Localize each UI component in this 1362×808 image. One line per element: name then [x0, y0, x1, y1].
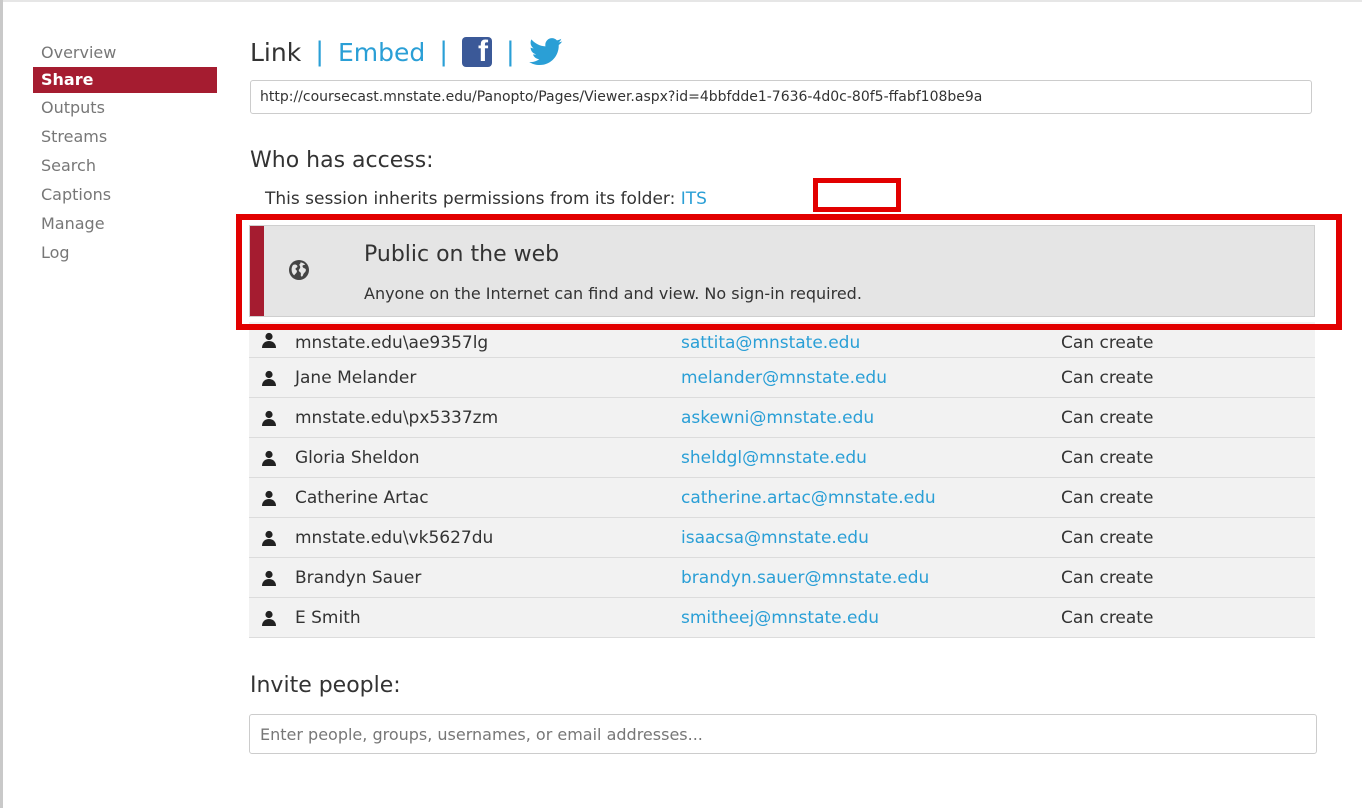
user-email-link[interactable]: isaacsa@mnstate.edu [681, 528, 869, 548]
sidebar-item-search[interactable]: Search [33, 151, 217, 180]
tab-embed[interactable]: Embed [338, 38, 425, 67]
inherit-permissions-text: This session inherits permissions from i… [265, 189, 707, 209]
table-row: mnstate.edu\px5337zm askewni@mnstate.edu… [249, 398, 1315, 438]
invite-people-input[interactable] [249, 714, 1317, 754]
user-role[interactable]: Can create [1061, 528, 1153, 548]
table-row: E Smith smitheej@mnstate.edu Can create [249, 598, 1315, 638]
permissions-table: mnstate.edu\ae9357lg sattita@mnstate.edu… [249, 322, 1315, 638]
globe-icon [289, 260, 309, 280]
window-edge [0, 0, 3, 808]
user-email-link[interactable]: smitheej@mnstate.edu [681, 608, 879, 628]
folder-link[interactable]: ITS [681, 189, 707, 209]
user-name: E Smith [295, 607, 361, 628]
facebook-icon[interactable]: f [462, 37, 493, 67]
table-row: Jane Melander melander@mnstate.edu Can c… [249, 358, 1315, 398]
card-accent-bar [250, 226, 264, 316]
person-icon [262, 332, 276, 348]
user-role[interactable]: Can create [1061, 448, 1153, 468]
tab-link[interactable]: Link [250, 38, 301, 67]
user-role[interactable]: Can create [1061, 408, 1153, 428]
person-icon [262, 450, 276, 466]
sidebar-item-outputs[interactable]: Outputs [33, 93, 217, 122]
public-access-description: Anyone on the Internet can find and view… [364, 284, 862, 303]
table-row: mnstate.edu\vk5627du isaacsa@mnstate.edu… [249, 518, 1315, 558]
public-access-card[interactable]: Public on the web Anyone on the Internet… [249, 225, 1315, 317]
table-row: Gloria Sheldon sheldgl@mnstate.edu Can c… [249, 438, 1315, 478]
table-row: Brandyn Sauer brandyn.sauer@mnstate.edu … [249, 558, 1315, 598]
sidebar-nav: Overview Share Outputs Streams Search Ca… [33, 38, 217, 267]
user-name: mnstate.edu\ae9357lg [295, 333, 489, 353]
user-name: mnstate.edu\px5337zm [295, 407, 499, 428]
sidebar-item-overview[interactable]: Overview [33, 38, 217, 67]
person-icon [262, 370, 276, 386]
share-tabs: Link | Embed | f | [250, 32, 563, 72]
user-role[interactable]: Can create [1061, 368, 1153, 388]
top-border [0, 0, 1362, 2]
user-role[interactable]: Can create [1061, 333, 1153, 353]
annotation-highlight-folder [813, 178, 901, 212]
share-url-field[interactable]: http://coursecast.mnstate.edu/Panopto/Pa… [250, 80, 1312, 114]
sidebar-item-captions[interactable]: Captions [33, 180, 217, 209]
person-icon [262, 570, 276, 586]
inherit-label: This session inherits permissions from i… [265, 189, 681, 209]
user-name: mnstate.edu\vk5627du [295, 527, 494, 548]
sidebar-item-manage[interactable]: Manage [33, 209, 217, 238]
person-icon [262, 490, 276, 506]
table-row: Catherine Artac catherine.artac@mnstate.… [249, 478, 1315, 518]
public-access-title: Public on the web [364, 242, 560, 267]
user-email-link[interactable]: melander@mnstate.edu [681, 368, 887, 388]
table-row: mnstate.edu\ae9357lg sattita@mnstate.edu… [249, 322, 1315, 358]
sidebar-item-log[interactable]: Log [33, 238, 217, 267]
access-heading: Who has access: [250, 148, 434, 173]
user-email-link[interactable]: catherine.artac@mnstate.edu [681, 488, 936, 508]
person-icon [262, 410, 276, 426]
person-icon [262, 530, 276, 546]
user-email-link[interactable]: sheldgl@mnstate.edu [681, 448, 867, 468]
user-email-link[interactable]: askewni@mnstate.edu [681, 408, 874, 428]
tab-separator: | [439, 37, 449, 67]
twitter-icon[interactable] [528, 38, 563, 66]
user-role[interactable]: Can create [1061, 568, 1153, 588]
person-icon [262, 610, 276, 626]
user-name: Jane Melander [295, 367, 417, 388]
user-role[interactable]: Can create [1061, 488, 1153, 508]
user-email-link[interactable]: brandyn.sauer@mnstate.edu [681, 568, 929, 588]
tab-separator: | [315, 37, 324, 67]
user-name: Brandyn Sauer [295, 567, 422, 588]
user-name: Gloria Sheldon [295, 447, 420, 468]
user-role[interactable]: Can create [1061, 608, 1153, 628]
sidebar-item-streams[interactable]: Streams [33, 122, 217, 151]
sidebar-item-share[interactable]: Share [33, 67, 217, 93]
user-email-link[interactable]: sattita@mnstate.edu [681, 333, 860, 353]
tab-separator: | [506, 37, 515, 67]
invite-heading: Invite people: [250, 673, 401, 698]
user-name: Catherine Artac [295, 487, 429, 508]
